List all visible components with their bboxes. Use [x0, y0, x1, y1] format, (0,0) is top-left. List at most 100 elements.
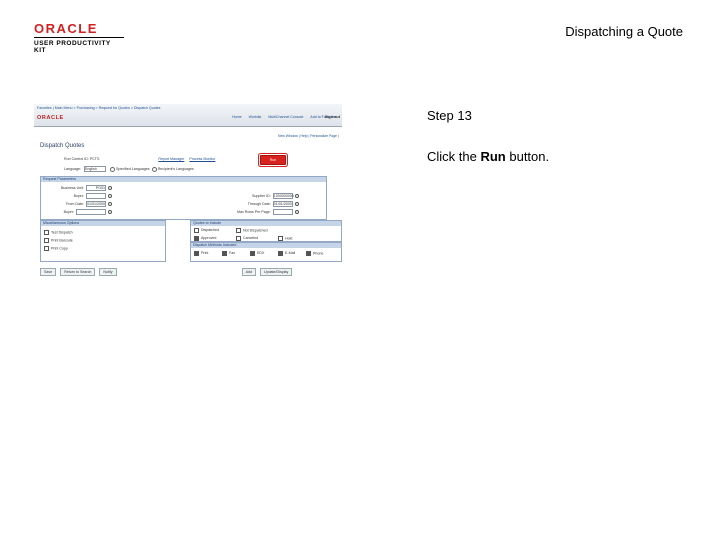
- return-to-search-button[interactable]: Return to Search: [60, 268, 96, 276]
- quote-option-label: Hold: [285, 236, 293, 241]
- lookup-icon[interactable]: [294, 210, 299, 214]
- quotes-include-box: Quotes to Include Dispatched Not Dispatc…: [190, 220, 342, 242]
- field-from-date: From Date: 01/01/2000: [61, 201, 112, 209]
- dispatch-method-label: Fax: [229, 251, 235, 256]
- dispatch-methods-list: Print Fax EDX E-Mail Phone: [194, 251, 323, 259]
- calendar-icon[interactable]: [107, 202, 112, 206]
- field-label: Through Date:: [247, 201, 271, 206]
- from-date-value: 01/01/2000: [86, 202, 105, 206]
- save-button[interactable]: Save: [40, 268, 57, 276]
- logo-sub-text: USER PRODUCTIVITY KIT: [34, 37, 124, 54]
- field-business-unit: Business Unit: PO01: [61, 185, 112, 193]
- quote-option-label: Not Dispatched: [243, 228, 268, 233]
- add-button[interactable]: Add: [241, 268, 256, 276]
- breadcrumb[interactable]: Favorites | Main Menu > Purchasing > Req…: [37, 106, 160, 111]
- step-number: Step 13: [427, 108, 472, 123]
- supplier-id-input[interactable]: 1000000000: [272, 193, 294, 199]
- field-max-rows: Max Rows Per Page:: [237, 209, 299, 217]
- home-link[interactable]: Home: [232, 115, 242, 119]
- right-fields: Supplier ID: 1000000000 Through Date: 01/0…: [237, 193, 299, 217]
- dispatch-methods-header: Dispatch Methods Included: [191, 243, 341, 248]
- misc-option-label: Test Dispatch: [51, 230, 73, 235]
- business-unit-input[interactable]: PO01: [85, 185, 106, 191]
- checkbox[interactable]: [278, 236, 283, 241]
- instruction-prefix: Click the: [427, 149, 481, 164]
- field-label: Buyer:: [73, 193, 84, 198]
- checkbox-checked[interactable]: [194, 251, 199, 256]
- process-monitor-link[interactable]: Process Monitor: [189, 157, 215, 161]
- checkbox-checked[interactable]: [306, 251, 311, 256]
- notify-button[interactable]: Notify: [99, 268, 117, 276]
- dispatch-method-label: Print: [201, 251, 209, 256]
- specified-languages-radio[interactable]: [110, 166, 115, 172]
- recipients-languages-label: Recipient's Languages: [157, 166, 194, 171]
- language-select[interactable]: English: [84, 166, 106, 172]
- step-instruction: Click the Run button.: [427, 149, 549, 164]
- checkbox-checked[interactable]: [194, 236, 199, 241]
- misc-option[interactable]: Test Dispatch: [44, 230, 73, 238]
- checkbox[interactable]: [44, 238, 49, 243]
- from-date-input[interactable]: 01/01/2000: [85, 201, 106, 207]
- dispatch-method-label: Phone: [313, 251, 324, 256]
- calendar-icon[interactable]: [294, 202, 299, 206]
- run-control-value: PCTS: [89, 157, 100, 161]
- misc-options-list: Test Dispatch Print Barcode Print Copy: [44, 230, 73, 254]
- run-button[interactable]: Run: [260, 155, 286, 165]
- update-display-button[interactable]: Update/Display: [259, 268, 293, 276]
- language-row: Language: English Specified Languages Re…: [64, 166, 194, 172]
- recipients-languages-radio[interactable]: [151, 166, 157, 172]
- document-title: Dispatching a Quote: [565, 24, 683, 39]
- business-unit-value: PO01: [95, 186, 105, 190]
- checkbox[interactable]: [44, 246, 49, 251]
- field-label: Max Rows Per Page:: [237, 209, 271, 214]
- field-buyer-2: Buyer:: [61, 209, 112, 217]
- field-supplier-id: Supplier ID: 1000000000: [237, 193, 299, 201]
- worklist-link[interactable]: Worklist: [249, 115, 262, 119]
- max-rows-input[interactable]: [272, 209, 293, 215]
- lookup-icon[interactable]: [107, 210, 112, 214]
- field-label: From Date:: [66, 201, 84, 206]
- lookup-icon[interactable]: [107, 186, 112, 190]
- misc-options-box: Miscellaneous Options Test Dispatch Prin…: [40, 220, 166, 262]
- multichannel-link[interactable]: MultiChannel Console: [268, 115, 303, 119]
- checkbox-checked[interactable]: [250, 251, 255, 256]
- checkbox[interactable]: [44, 230, 49, 235]
- checkbox-checked[interactable]: [222, 251, 227, 256]
- request-parameters-box: Request Parameters Business Unit: PO01 Bu…: [40, 176, 327, 220]
- dispatch-methods-box: Dispatch Methods Included Print Fax EDX …: [190, 242, 342, 262]
- specified-languages-label: Specified Languages: [116, 166, 150, 171]
- checkbox[interactable]: [236, 228, 241, 233]
- bottom-toolbar: Save Return to Search Notify Add Update/…: [40, 268, 340, 276]
- misc-options-header: Miscellaneous Options: [41, 221, 165, 226]
- request-parameters-header: Request Parameters: [41, 177, 326, 182]
- checkbox-checked[interactable]: [278, 251, 283, 256]
- quote-row: Dispatched Not Dispatched: [194, 228, 292, 236]
- run-control-row: Run Control ID: PCTS Report Manager Proc…: [64, 157, 215, 162]
- through-date-input[interactable]: 01/01/2000: [272, 201, 293, 207]
- misc-option[interactable]: Print Copy: [44, 246, 73, 254]
- field-label: Supplier ID:: [251, 193, 271, 198]
- sign-out-link[interactable]: Sign out: [325, 115, 340, 120]
- misc-option-label: Print Barcode: [51, 238, 73, 243]
- lookup-icon[interactable]: [107, 194, 112, 198]
- checkbox[interactable]: [236, 236, 241, 241]
- logo-main-text: ORACLE: [34, 21, 98, 36]
- page-title: Dispatch Quotes: [40, 143, 85, 149]
- misc-option-label: Print Copy: [51, 246, 68, 251]
- field-label: Buyer:: [63, 209, 74, 214]
- buyer-2-input[interactable]: [75, 209, 106, 215]
- page-toolbar[interactable]: New Window | Help | Personalize Page |: [278, 134, 339, 139]
- run-control-label: Run Control ID:: [64, 157, 89, 161]
- app-brand-logo: ORACLE: [37, 115, 64, 121]
- checkbox[interactable]: [194, 228, 199, 233]
- field-through-date: Through Date: 01/01/2000: [237, 201, 299, 209]
- dispatch-method-label: EDX: [257, 251, 265, 256]
- misc-option[interactable]: Print Barcode: [44, 238, 73, 246]
- left-fields: Business Unit: PO01 Buyer: From Date: 01/0…: [61, 185, 112, 217]
- buyer-input[interactable]: [85, 193, 106, 199]
- lookup-icon[interactable]: [294, 194, 299, 198]
- through-date-value: 01/01/2000: [273, 202, 292, 206]
- report-manager-link[interactable]: Report Manager: [158, 157, 184, 161]
- application-screenshot: Favorites | Main Menu > Purchasing > Req…: [34, 104, 342, 280]
- oracle-upk-logo: ORACLE USER PRODUCTIVITY KIT: [34, 22, 124, 54]
